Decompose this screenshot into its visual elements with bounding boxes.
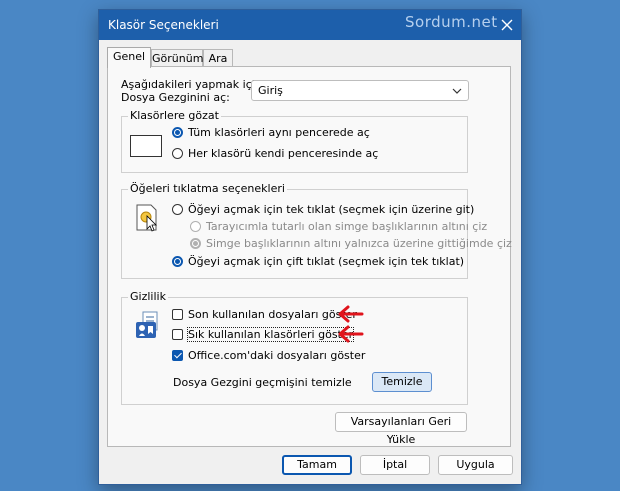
close-icon[interactable] (497, 15, 517, 35)
recent-files-label: Son kullanılan dosyaları göster (188, 308, 357, 321)
frequent-folders-checkbox[interactable] (172, 329, 183, 340)
office-files-checkbox[interactable] (172, 350, 183, 361)
browse-folders-group: Klasörlere gözat (121, 109, 468, 173)
underline-browser-label: Tarayıcımla tutarlı olan simge başlıklar… (206, 220, 488, 233)
clear-history-label: Dosya Gezgini geçmişini temizle (173, 376, 352, 389)
red-arrow-icon (338, 325, 364, 343)
own-window-label: Her klasörü kendi penceresinde aç (188, 147, 379, 160)
underline-hover-radio[interactable] (190, 238, 201, 249)
apply-button[interactable]: Uygula (438, 455, 513, 475)
tab-search[interactable]: Ara (203, 49, 233, 67)
office-files-label: Office.com'daki dosyaları göster (188, 349, 366, 362)
double-click-label: Öğeyi açmak için çift tıklat (seçmek içi… (188, 255, 465, 268)
single-click-radio[interactable] (172, 204, 183, 215)
window-title: Klasör Seçenekleri (108, 18, 219, 32)
open-in-label-line1: Aşağıdakileri yapmak için (121, 78, 262, 91)
underline-hover-label: Simge başlıklarının altını yalnızca üzer… (206, 237, 512, 250)
double-click-radio[interactable] (172, 256, 183, 267)
open-in-selected-value: Giriş (258, 84, 283, 97)
same-window-label: Tüm klasörleri aynı pencerede aç (188, 126, 370, 139)
restore-defaults-button[interactable]: Varsayılanları Geri Yükle (335, 412, 467, 446)
tab-search-label: Ara (208, 52, 228, 65)
tab-general-label: Genel (112, 50, 146, 63)
folder-options-dialog: Klasör Seçenekleri Sordum.net Genel Görü… (98, 9, 522, 485)
open-in-label-line2: Dosya Gezginini aç: (121, 91, 230, 104)
title-bar[interactable]: Klasör Seçenekleri Sordum.net (99, 10, 521, 40)
single-click-label: Öğeyi açmak için tek tıklat (seçmek için… (188, 203, 475, 216)
tab-general[interactable]: Genel (107, 47, 151, 68)
ok-button[interactable]: Tamam (282, 455, 352, 475)
same-window-icon (130, 135, 162, 157)
click-items-legend: Öğeleri tıklatma seçenekleri (128, 182, 287, 195)
underline-browser-radio[interactable] (190, 221, 201, 232)
single-click-icon (136, 204, 157, 232)
cancel-button[interactable]: İptal (360, 455, 430, 475)
browse-folders-legend: Klasörlere gözat (128, 109, 221, 122)
own-window-radio[interactable] (172, 148, 183, 159)
red-arrow-icon (338, 305, 364, 323)
tab-view-label: Görünüm (152, 52, 204, 65)
open-in-select[interactable]: Giriş (251, 80, 469, 101)
privacy-legend: Gizlilik (128, 290, 168, 303)
clear-button[interactable]: Temizle (372, 372, 432, 392)
watermark-text: Sordum.net (405, 13, 498, 31)
recent-files-checkbox[interactable] (172, 309, 183, 320)
tab-view[interactable]: Görünüm (151, 49, 203, 67)
frequent-folders-label: Sık kullanılan klasörleri göster (186, 327, 355, 342)
chevron-down-icon (452, 88, 462, 94)
privacy-icon (136, 311, 158, 338)
same-window-radio[interactable] (172, 127, 183, 138)
